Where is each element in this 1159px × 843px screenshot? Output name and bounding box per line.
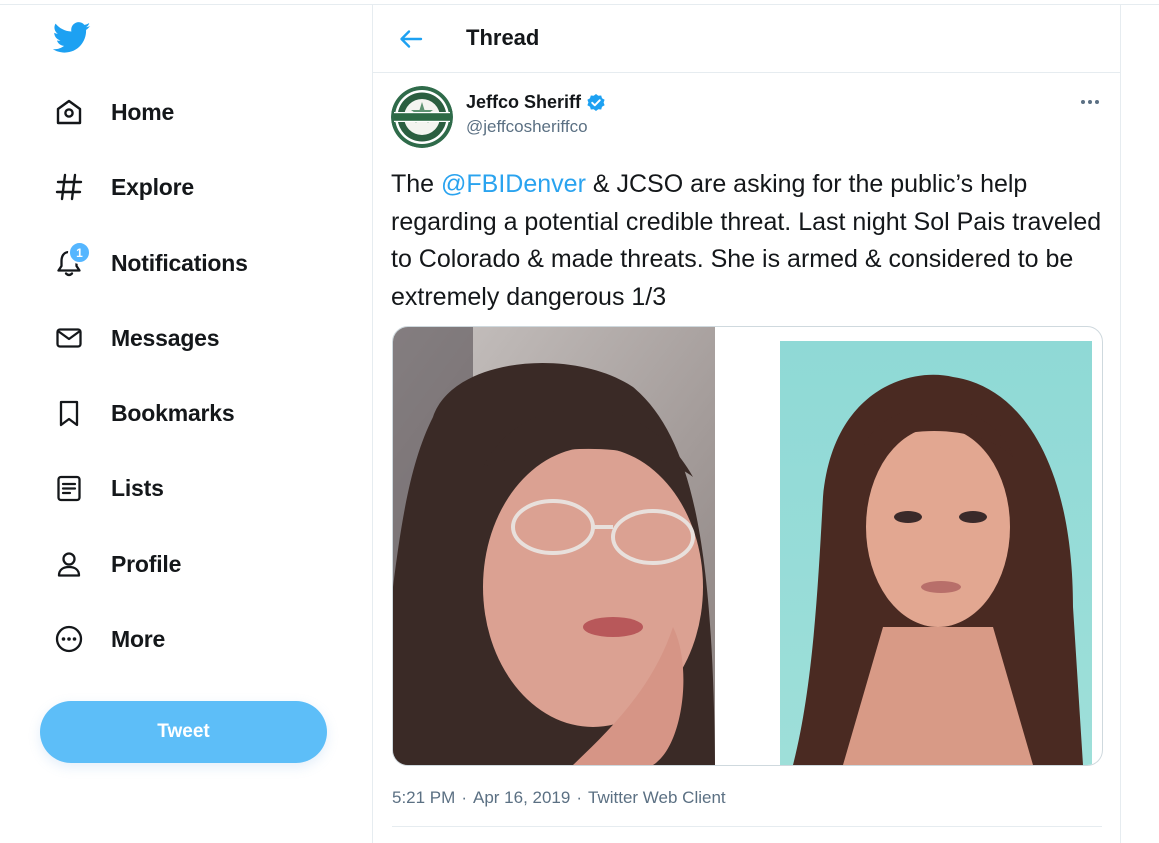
photo-right xyxy=(780,341,1092,765)
sidebar-item-label: Messages xyxy=(111,324,220,351)
bottom-divider xyxy=(392,826,1102,827)
author-name-text: Jeffco Sheriff xyxy=(466,92,582,112)
notification-badge: 1 xyxy=(68,241,91,264)
tweet-button[interactable]: Tweet xyxy=(40,701,327,763)
more-options-icon[interactable] xyxy=(1078,92,1102,112)
mention-link[interactable]: @FBIDenver xyxy=(441,170,586,198)
avatar[interactable] xyxy=(391,86,453,148)
photo-gap xyxy=(715,327,780,765)
sidebar-item-messages[interactable]: Messages xyxy=(50,313,220,363)
separator: · xyxy=(576,788,583,807)
tweet-text: The @FBIDenver & JCSO are asking for the… xyxy=(391,166,1106,316)
media-photo-grid xyxy=(393,327,1092,765)
sidebar-item-home[interactable]: Home xyxy=(50,87,174,137)
sidebar-item-label: Explore xyxy=(111,173,194,200)
sidebar-item-label: Bookmarks xyxy=(111,399,235,426)
sidebar-item-more[interactable]: More xyxy=(50,614,165,664)
column-divider xyxy=(1120,5,1121,843)
more-circle-icon xyxy=(50,620,88,658)
tweet-media[interactable] xyxy=(392,326,1103,766)
list-icon xyxy=(50,469,88,507)
header-divider xyxy=(372,72,1120,73)
sidebar-item-profile[interactable]: Profile xyxy=(50,539,181,589)
verified-badge-icon xyxy=(586,93,606,113)
author-name[interactable]: Jeffco Sheriff xyxy=(466,92,606,113)
author-handle[interactable]: @jeffcosheriffco xyxy=(466,117,588,137)
tweet-text-start: The xyxy=(391,170,442,198)
sidebar-item-label: Home xyxy=(111,98,175,125)
sidebar-item-label: Notifications xyxy=(111,249,248,276)
sidebar-item-label: More xyxy=(111,625,166,652)
sidebar-item-lists[interactable]: Lists xyxy=(50,463,164,513)
separator: · xyxy=(461,788,467,807)
tweet-metadata: 5:21 PM · Apr 16, 2019 · Twitter Web Cli… xyxy=(392,788,726,808)
sidebar-item-label: Lists xyxy=(111,474,164,501)
hashtag-icon xyxy=(50,168,88,206)
column-divider xyxy=(372,5,373,843)
bell-icon: 1 xyxy=(50,241,91,282)
tweet-date[interactable]: Apr 16, 2019 xyxy=(473,788,570,808)
arrow-left-icon[interactable] xyxy=(398,27,424,51)
home-icon xyxy=(50,93,88,131)
page-title: Thread xyxy=(466,25,540,50)
bookmark-icon xyxy=(50,394,88,432)
person-icon xyxy=(50,545,88,583)
envelope-icon xyxy=(50,319,88,357)
sidebar-item-label: Profile xyxy=(111,550,182,577)
tweet-time[interactable]: 5:21 PM xyxy=(392,788,455,808)
sidebar-item-explore[interactable]: Explore xyxy=(50,162,194,212)
tweet-source[interactable]: Twitter Web Client xyxy=(588,788,726,808)
sidebar: Home Explore 1 Notifications Messages Bo… xyxy=(0,0,372,843)
sidebar-item-notifications[interactable]: 1 Notifications xyxy=(50,238,248,288)
twitter-bird-icon[interactable] xyxy=(52,22,91,54)
photo-left xyxy=(393,327,715,765)
sidebar-item-bookmarks[interactable]: Bookmarks xyxy=(50,388,235,438)
